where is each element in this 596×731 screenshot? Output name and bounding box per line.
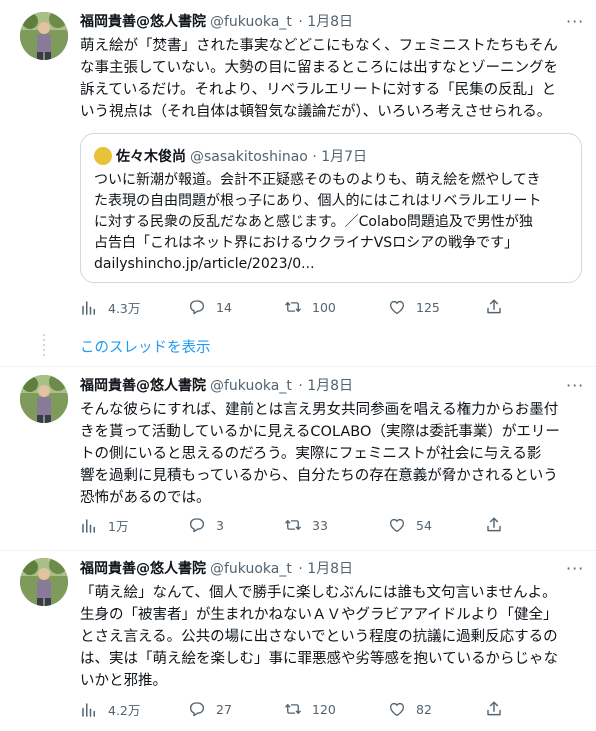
quoted-avatar: [94, 147, 112, 165]
avatar[interactable]: [20, 12, 68, 60]
quoted-tweet-text: ついに新潮が報道。会計不正疑惑そのものよりも、萌え絵を燃やしてき た表現の自由問…: [94, 172, 542, 272]
tweet-actions: 1万 3 33 54: [80, 516, 580, 536]
reply-icon: [188, 700, 206, 718]
like-icon: [388, 298, 406, 316]
more-options-icon[interactable]: ···: [566, 559, 584, 578]
views-count: 1万: [108, 519, 129, 534]
share-button[interactable]: [485, 298, 503, 316]
like-button[interactable]: 82: [388, 700, 432, 718]
retweet-count: 33: [312, 517, 328, 533]
share-icon: [485, 516, 503, 534]
share-icon: [485, 700, 503, 718]
retweet-icon: [284, 298, 302, 316]
retweet-count: 100: [312, 299, 336, 315]
reply-button[interactable]: 14: [188, 298, 232, 316]
tweet-header: 福岡貴善@悠人書院 @fukuoka_t · 1月8日: [80, 560, 353, 578]
reply-count: 27: [216, 701, 232, 717]
author-handle[interactable]: @fukuoka_t: [210, 561, 292, 577]
views-icon: [80, 517, 98, 535]
like-icon: [388, 700, 406, 718]
views-button[interactable]: 4.3万: [80, 298, 140, 317]
divider: [0, 366, 596, 367]
reply-icon: [188, 516, 206, 534]
reply-button[interactable]: 3: [188, 516, 224, 534]
tweet-text: 萌え絵が「焚書」された事実などどこにもなく、フェミニストたちもそん な事主張して…: [80, 38, 559, 120]
quoted-author-handle: @sasakitoshinao: [190, 149, 308, 165]
like-button[interactable]: 125: [388, 298, 440, 316]
avatar[interactable]: [20, 558, 68, 606]
quoted-date: · 1月7日: [312, 149, 368, 165]
tweet-text: 「萌え絵」なんて、個人で勝手に楽しむぶんには誰も文句言いませんよ。 生身の「被害…: [80, 585, 559, 689]
tweet-date[interactable]: · 1月8日: [298, 14, 353, 30]
tweet-actions: 4.2万 27 120 82: [80, 700, 580, 720]
avatar[interactable]: [20, 375, 68, 423]
quoted-tweet-header: 佐々木俊尚 @sasakitoshinao · 1月7日: [94, 147, 367, 166]
views-button[interactable]: 1万: [80, 516, 128, 535]
reply-count: 3: [216, 517, 224, 533]
author-handle[interactable]: @fukuoka_t: [210, 378, 292, 394]
thread-connector: [43, 334, 45, 356]
more-options-icon[interactable]: ···: [566, 12, 584, 31]
retweet-count: 120: [312, 701, 336, 717]
tweet-actions: 4.3万 14 100 125: [80, 298, 580, 318]
author-handle[interactable]: @fukuoka_t: [210, 14, 292, 30]
views-button[interactable]: 4.2万: [80, 700, 140, 719]
views-icon: [80, 701, 98, 719]
retweet-icon: [284, 700, 302, 718]
share-button[interactable]: [485, 516, 503, 534]
like-count: 54: [416, 517, 432, 533]
share-button[interactable]: [485, 700, 503, 718]
share-icon: [485, 298, 503, 316]
retweet-icon: [284, 516, 302, 534]
divider: [0, 550, 596, 551]
more-options-icon[interactable]: ···: [566, 376, 584, 395]
author-name[interactable]: 福岡貴善@悠人書院: [80, 378, 206, 394]
retweet-button[interactable]: 100: [284, 298, 336, 316]
author-name[interactable]: 福岡貴善@悠人書院: [80, 14, 206, 30]
like-icon: [388, 516, 406, 534]
reply-icon: [188, 298, 206, 316]
views-icon: [80, 299, 98, 317]
views-count: 4.2万: [108, 703, 141, 718]
reply-count: 14: [216, 299, 232, 315]
quoted-author-name: 佐々木俊尚: [116, 149, 186, 165]
tweet-text: そんな彼らにすれば、建前とは言え男女共同参画を唱える権力からお墨付 きを貰って活…: [80, 402, 560, 506]
quoted-tweet[interactable]: 佐々木俊尚 @sasakitoshinao · 1月7日 ついに新潮が報道。会計不…: [80, 133, 582, 283]
tweet-header: 福岡貴善@悠人書院 @fukuoka_t · 1月8日: [80, 377, 353, 395]
show-thread-link[interactable]: このスレッドを表示: [80, 336, 211, 357]
views-count: 4.3万: [108, 301, 141, 316]
retweet-button[interactable]: 120: [284, 700, 336, 718]
retweet-button[interactable]: 33: [284, 516, 328, 534]
like-count: 125: [416, 299, 440, 315]
tweet-header: 福岡貴善@悠人書院 @fukuoka_t · 1月8日: [80, 13, 353, 31]
tweet-date[interactable]: · 1月8日: [298, 378, 353, 394]
author-name[interactable]: 福岡貴善@悠人書院: [80, 561, 206, 577]
like-button[interactable]: 54: [388, 516, 432, 534]
reply-button[interactable]: 27: [188, 700, 232, 718]
like-count: 82: [416, 701, 432, 717]
tweet-date[interactable]: · 1月8日: [298, 561, 353, 577]
